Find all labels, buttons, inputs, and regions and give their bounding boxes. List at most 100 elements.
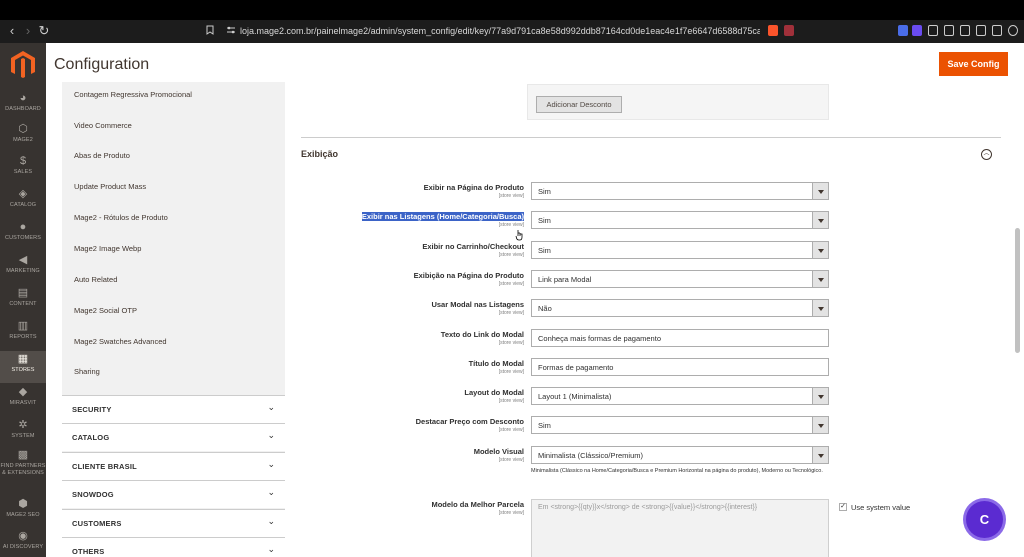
vpn-shield-icon[interactable] xyxy=(992,25,1002,36)
section-title: SECURITY xyxy=(72,405,112,414)
use-system-value-checkbox[interactable]: ✓ xyxy=(839,503,847,511)
address-bar[interactable]: loja.mage2.com.br/painelmage2/admin/syst… xyxy=(240,24,760,38)
divider xyxy=(301,137,1001,138)
nav-item-content[interactable]: ▤ CONTENT xyxy=(0,285,46,317)
bookmark-icon[interactable] xyxy=(205,25,215,35)
config-sidebar-link[interactable]: Update Product Mass xyxy=(74,182,146,192)
nav-item-mirasvit[interactable]: ◆ MIRASVIT xyxy=(0,384,46,416)
nav-item-customers[interactable]: ● CUSTOMERS xyxy=(0,219,46,251)
config-sidebar-link[interactable]: Sharing xyxy=(74,367,100,377)
nav-item-find-partners-extensions[interactable]: ▩ FIND PARTNERS & EXTENSIONS xyxy=(0,447,46,479)
config-sidebar-link[interactable]: Auto Related xyxy=(74,275,117,285)
nav-item-sales[interactable]: $ SALES xyxy=(0,153,46,185)
menu-icon[interactable] xyxy=(1008,25,1018,36)
dashboard-icon: ◕ xyxy=(19,92,27,104)
use-system-value-label: Use system value xyxy=(851,503,911,512)
field-label-text: Texto do Link do Modal xyxy=(440,330,524,339)
sidebar-toggle-icon[interactable] xyxy=(944,25,954,36)
nav-item-marketing[interactable]: ◀ MARKETING xyxy=(0,252,46,284)
chevron-down-icon: ⌄ xyxy=(267,402,275,412)
extensions-puzzle-icon[interactable] xyxy=(928,25,938,36)
extension-icon[interactable] xyxy=(898,25,908,36)
config-section-security[interactable]: SECURITY ⌄ xyxy=(62,395,285,423)
brave-shield-icon[interactable] xyxy=(768,25,778,36)
reload-icon[interactable]: ↻ xyxy=(36,23,52,39)
config-sidebar-link[interactable]: Mage2 Swatches Advanced xyxy=(74,337,167,347)
group-title[interactable]: Exibição xyxy=(301,149,338,159)
page-scrollbar[interactable] xyxy=(1015,228,1020,353)
select-field[interactable]: Link para Modal xyxy=(531,270,829,288)
dropdown-arrow-icon xyxy=(812,183,828,199)
store-icon: ▦ xyxy=(17,353,29,365)
config-sidebar-link[interactable]: Mage2 Image Webp xyxy=(74,244,141,254)
brave-rewards-icon[interactable] xyxy=(784,25,794,36)
scope-label: [store view] xyxy=(498,310,524,316)
chevron-down-icon: ⌄ xyxy=(267,544,275,554)
field-label-text: Destacar Preço com Desconto xyxy=(415,417,524,426)
dropdown-arrow-icon xyxy=(812,242,828,258)
nav-item-mage2-seo[interactable]: ⬢ MAGE2 SEO xyxy=(0,496,46,528)
config-section-snowdog[interactable]: SNOWDOG ⌄ xyxy=(62,480,285,508)
magento-logo-icon[interactable] xyxy=(11,51,35,79)
field-label-text: Layout do Modal xyxy=(464,388,524,397)
nav-item-label: CATALOG xyxy=(9,202,37,208)
config-section-cliente-brasil[interactable]: CLIENTE BRASIL ⌄ xyxy=(62,452,285,480)
mouse-cursor-icon xyxy=(515,230,523,241)
share-icon[interactable] xyxy=(976,25,986,36)
person-icon: ● xyxy=(19,221,27,233)
config-section-catalog[interactable]: CATALOG ⌄ xyxy=(62,423,285,451)
section-title: CLIENTE BRASIL xyxy=(72,462,137,471)
forward-icon[interactable]: › xyxy=(20,23,36,39)
site-settings-icon[interactable] xyxy=(226,25,236,35)
back-icon[interactable]: ‹ xyxy=(4,23,20,39)
text-input[interactable]: Conheça mais formas de pagamento xyxy=(531,329,829,347)
scope-label: [store view] xyxy=(498,252,524,258)
select-field[interactable]: Não xyxy=(531,299,829,317)
browser-tab-strip xyxy=(0,0,1024,20)
select-field[interactable]: Sim xyxy=(531,211,829,229)
config-section-others[interactable]: OTHERS ⌄ xyxy=(62,537,285,557)
field-label: Texto do Link do Modal xyxy=(294,330,524,339)
config-sidebar-link[interactable]: Mage2 - Rótulos de Produto xyxy=(74,213,168,223)
page-title: Configuration xyxy=(54,56,150,73)
config-sidebar-link[interactable]: Abas de Produto xyxy=(74,151,130,161)
nav-item-label: SYSTEM xyxy=(11,433,35,439)
dropdown-arrow-icon xyxy=(812,388,828,404)
page-content: Configuration Save Config Contagem Regre… xyxy=(46,43,1024,557)
field-label-text: Exibição na Página do Produto xyxy=(413,271,524,280)
field-note: Minimalista (Clássico na Home/Categoria/… xyxy=(531,468,823,474)
select-field[interactable]: Layout 1 (Minimalista) xyxy=(531,387,829,405)
box-icon: ◈ xyxy=(18,188,28,200)
config-section-customers[interactable]: CUSTOMERS ⌄ xyxy=(62,509,285,537)
save-config-button[interactable]: Save Config xyxy=(939,52,1008,76)
field-value: Conheça mais formas de pagamento xyxy=(538,334,661,343)
nav-item-label: REPORTS xyxy=(9,334,37,340)
select-field[interactable]: Minimalista (Clássico/Premium) xyxy=(531,446,829,464)
select-field[interactable]: Sim xyxy=(531,416,829,434)
nav-item-label: DASHBOARD xyxy=(5,106,41,112)
nav-item-label: MAGE2 xyxy=(13,137,33,143)
config-sidebar-link[interactable]: Video Commerce xyxy=(74,121,132,131)
select-field[interactable]: Sim xyxy=(531,241,829,259)
nav-item-dashboard[interactable]: ◕ DASHBOARD xyxy=(0,90,46,122)
nav-item-label: MAGE2 SEO xyxy=(6,512,40,518)
select-field[interactable]: Sim xyxy=(531,182,829,200)
field-label-text: Modelo Visual xyxy=(473,447,524,456)
nav-item-system[interactable]: ✲ SYSTEM xyxy=(0,417,46,449)
chat-button[interactable]: C xyxy=(966,501,1003,538)
text-input[interactable]: Formas de pagamento xyxy=(531,358,829,376)
nav-item-mage2[interactable]: ⬡ MAGE2 xyxy=(0,121,46,153)
screenshot-icon[interactable] xyxy=(960,25,970,36)
config-sidebar-link[interactable]: Contagem Regressiva Promocional xyxy=(74,90,192,100)
add-discount-button[interactable]: Adicionar Desconto xyxy=(536,96,622,113)
best-installment-textarea[interactable]: Em <strong>{{qty}}x</strong> de <strong>… xyxy=(531,499,829,557)
nav-item-ai-discovery[interactable]: ◉ AI DISCOVERY xyxy=(0,528,46,557)
config-sidebar-link[interactable]: Mage2 Social OTP xyxy=(74,306,137,316)
nav-item-catalog[interactable]: ◈ CATALOG xyxy=(0,186,46,218)
nav-item-stores[interactable]: ▦ STORES xyxy=(0,351,46,383)
field-label-text: Título do Modal xyxy=(468,359,524,368)
collapse-icon[interactable]: ︿ xyxy=(981,149,992,160)
extension-d-icon[interactable] xyxy=(912,25,922,36)
nav-item-reports[interactable]: ▥ REPORTS xyxy=(0,318,46,350)
field-label-text: Exibir na Página do Produto xyxy=(423,183,524,192)
